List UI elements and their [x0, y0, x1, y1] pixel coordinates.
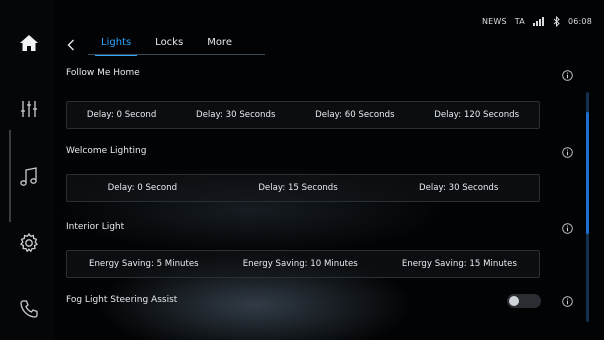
welcome-lighting-options: Delay: 0 Second Delay: 15 Seconds Delay:…: [66, 174, 540, 202]
back-button[interactable]: [63, 35, 79, 55]
option-energy-saving-10[interactable]: Energy Saving: 10 Minutes: [243, 259, 358, 269]
option-delay-0[interactable]: Delay: 0 Second: [108, 183, 177, 193]
fog-light-title: Fog Light Steering Assist: [66, 295, 178, 305]
sidebar: [0, 0, 54, 340]
media-button[interactable]: [14, 162, 44, 192]
info-icon[interactable]: [562, 296, 573, 307]
gear-icon: [18, 232, 40, 254]
phone-icon: [19, 299, 39, 319]
option-delay-15[interactable]: Delay: 15 Seconds: [258, 183, 337, 193]
option-delay-0[interactable]: Delay: 0 Second: [87, 110, 156, 120]
tab-underline-divider: [88, 54, 265, 55]
chevron-left-icon: [67, 36, 75, 55]
tab-locks[interactable]: Locks: [143, 36, 195, 54]
option-delay-120[interactable]: Delay: 120 Seconds: [434, 110, 519, 120]
signal-icon: [532, 16, 545, 26]
sidebar-divider: [9, 130, 11, 222]
option-delay-30[interactable]: Delay: 30 Seconds: [196, 110, 275, 120]
scrollbar[interactable]: [586, 92, 589, 322]
follow-me-home-title: Follow Me Home: [66, 68, 140, 78]
equalizer-icon: [19, 99, 39, 119]
option-delay-30[interactable]: Delay: 30 Seconds: [419, 183, 498, 193]
traffic-announcement: TA: [514, 16, 525, 26]
option-energy-saving-15[interactable]: Energy Saving: 15 Minutes: [402, 259, 517, 269]
info-icon[interactable]: [562, 223, 573, 234]
option-energy-saving-5[interactable]: Energy Saving: 5 Minutes: [89, 259, 199, 269]
audio-source: NEWS: [481, 16, 507, 26]
welcome-lighting-title: Welcome Lighting: [66, 146, 147, 156]
option-delay-60[interactable]: Delay: 60 Seconds: [315, 110, 394, 120]
home-icon: [19, 34, 39, 52]
settings-screen: NEWS TA 06:08 Lights Locks More Follow M…: [0, 0, 604, 340]
home-button[interactable]: [14, 28, 44, 58]
scrollbar-thumb[interactable]: [586, 112, 589, 234]
music-note-icon: [19, 166, 39, 188]
toggle-knob: [509, 296, 519, 306]
interior-light-title: Interior Light: [66, 222, 125, 232]
info-icon[interactable]: [562, 147, 573, 158]
tab-header: Lights Locks More: [63, 34, 244, 56]
settings-button[interactable]: [14, 228, 44, 258]
audio-settings-button[interactable]: [14, 94, 44, 124]
follow-me-home-options: Delay: 0 Second Delay: 30 Seconds Delay:…: [66, 101, 540, 129]
clock: 06:08: [567, 16, 592, 26]
tab-lights[interactable]: Lights: [89, 36, 143, 56]
fog-light-toggle[interactable]: [507, 294, 541, 308]
info-icon[interactable]: [562, 70, 573, 81]
interior-light-options: Energy Saving: 5 Minutes Energy Saving: …: [66, 250, 540, 278]
status-bar: NEWS TA 06:08: [482, 14, 592, 28]
phone-button[interactable]: [14, 294, 44, 324]
bluetooth-icon: [553, 15, 560, 27]
tab-more[interactable]: More: [195, 36, 244, 54]
